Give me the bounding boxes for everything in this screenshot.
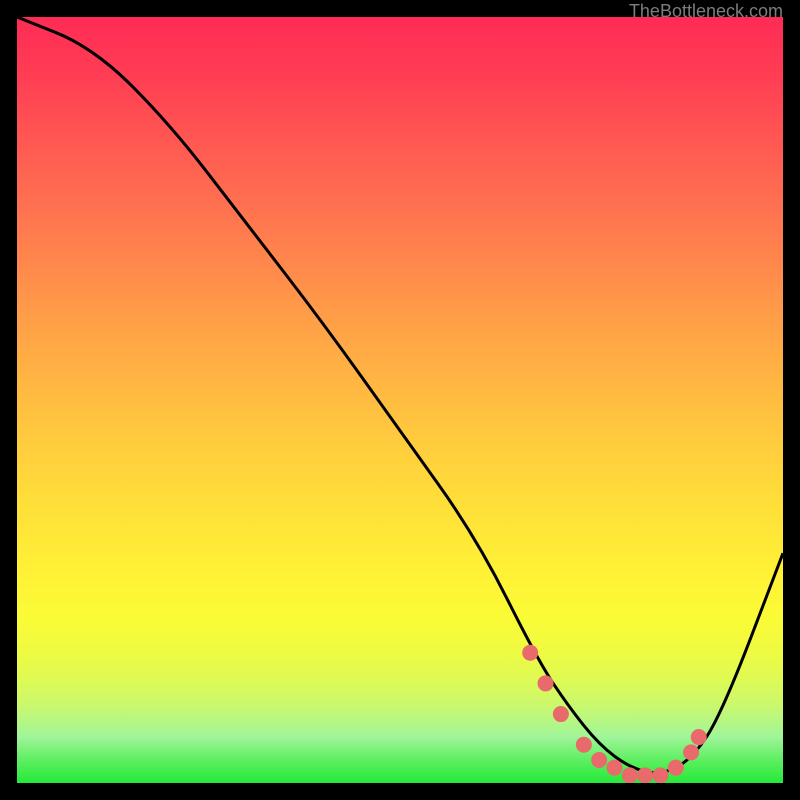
marker-dot: [668, 760, 684, 776]
chart-container: TheBottleneck.com: [0, 0, 800, 800]
bottleneck-curve: [17, 17, 783, 783]
marker-dot: [576, 737, 592, 753]
marker-dot: [591, 752, 607, 768]
curve-path: [17, 17, 783, 773]
marker-dot: [622, 767, 638, 783]
marker-dot: [691, 729, 707, 745]
plot-area: [17, 17, 783, 783]
marker-dot: [606, 760, 622, 776]
marker-dot: [637, 767, 653, 783]
watermark-text: TheBottleneck.com: [629, 1, 783, 22]
marker-dot: [522, 645, 538, 661]
marker-dot: [652, 767, 668, 783]
marker-dot: [538, 675, 554, 691]
marker-dot: [553, 706, 569, 722]
marker-dot: [683, 744, 699, 760]
